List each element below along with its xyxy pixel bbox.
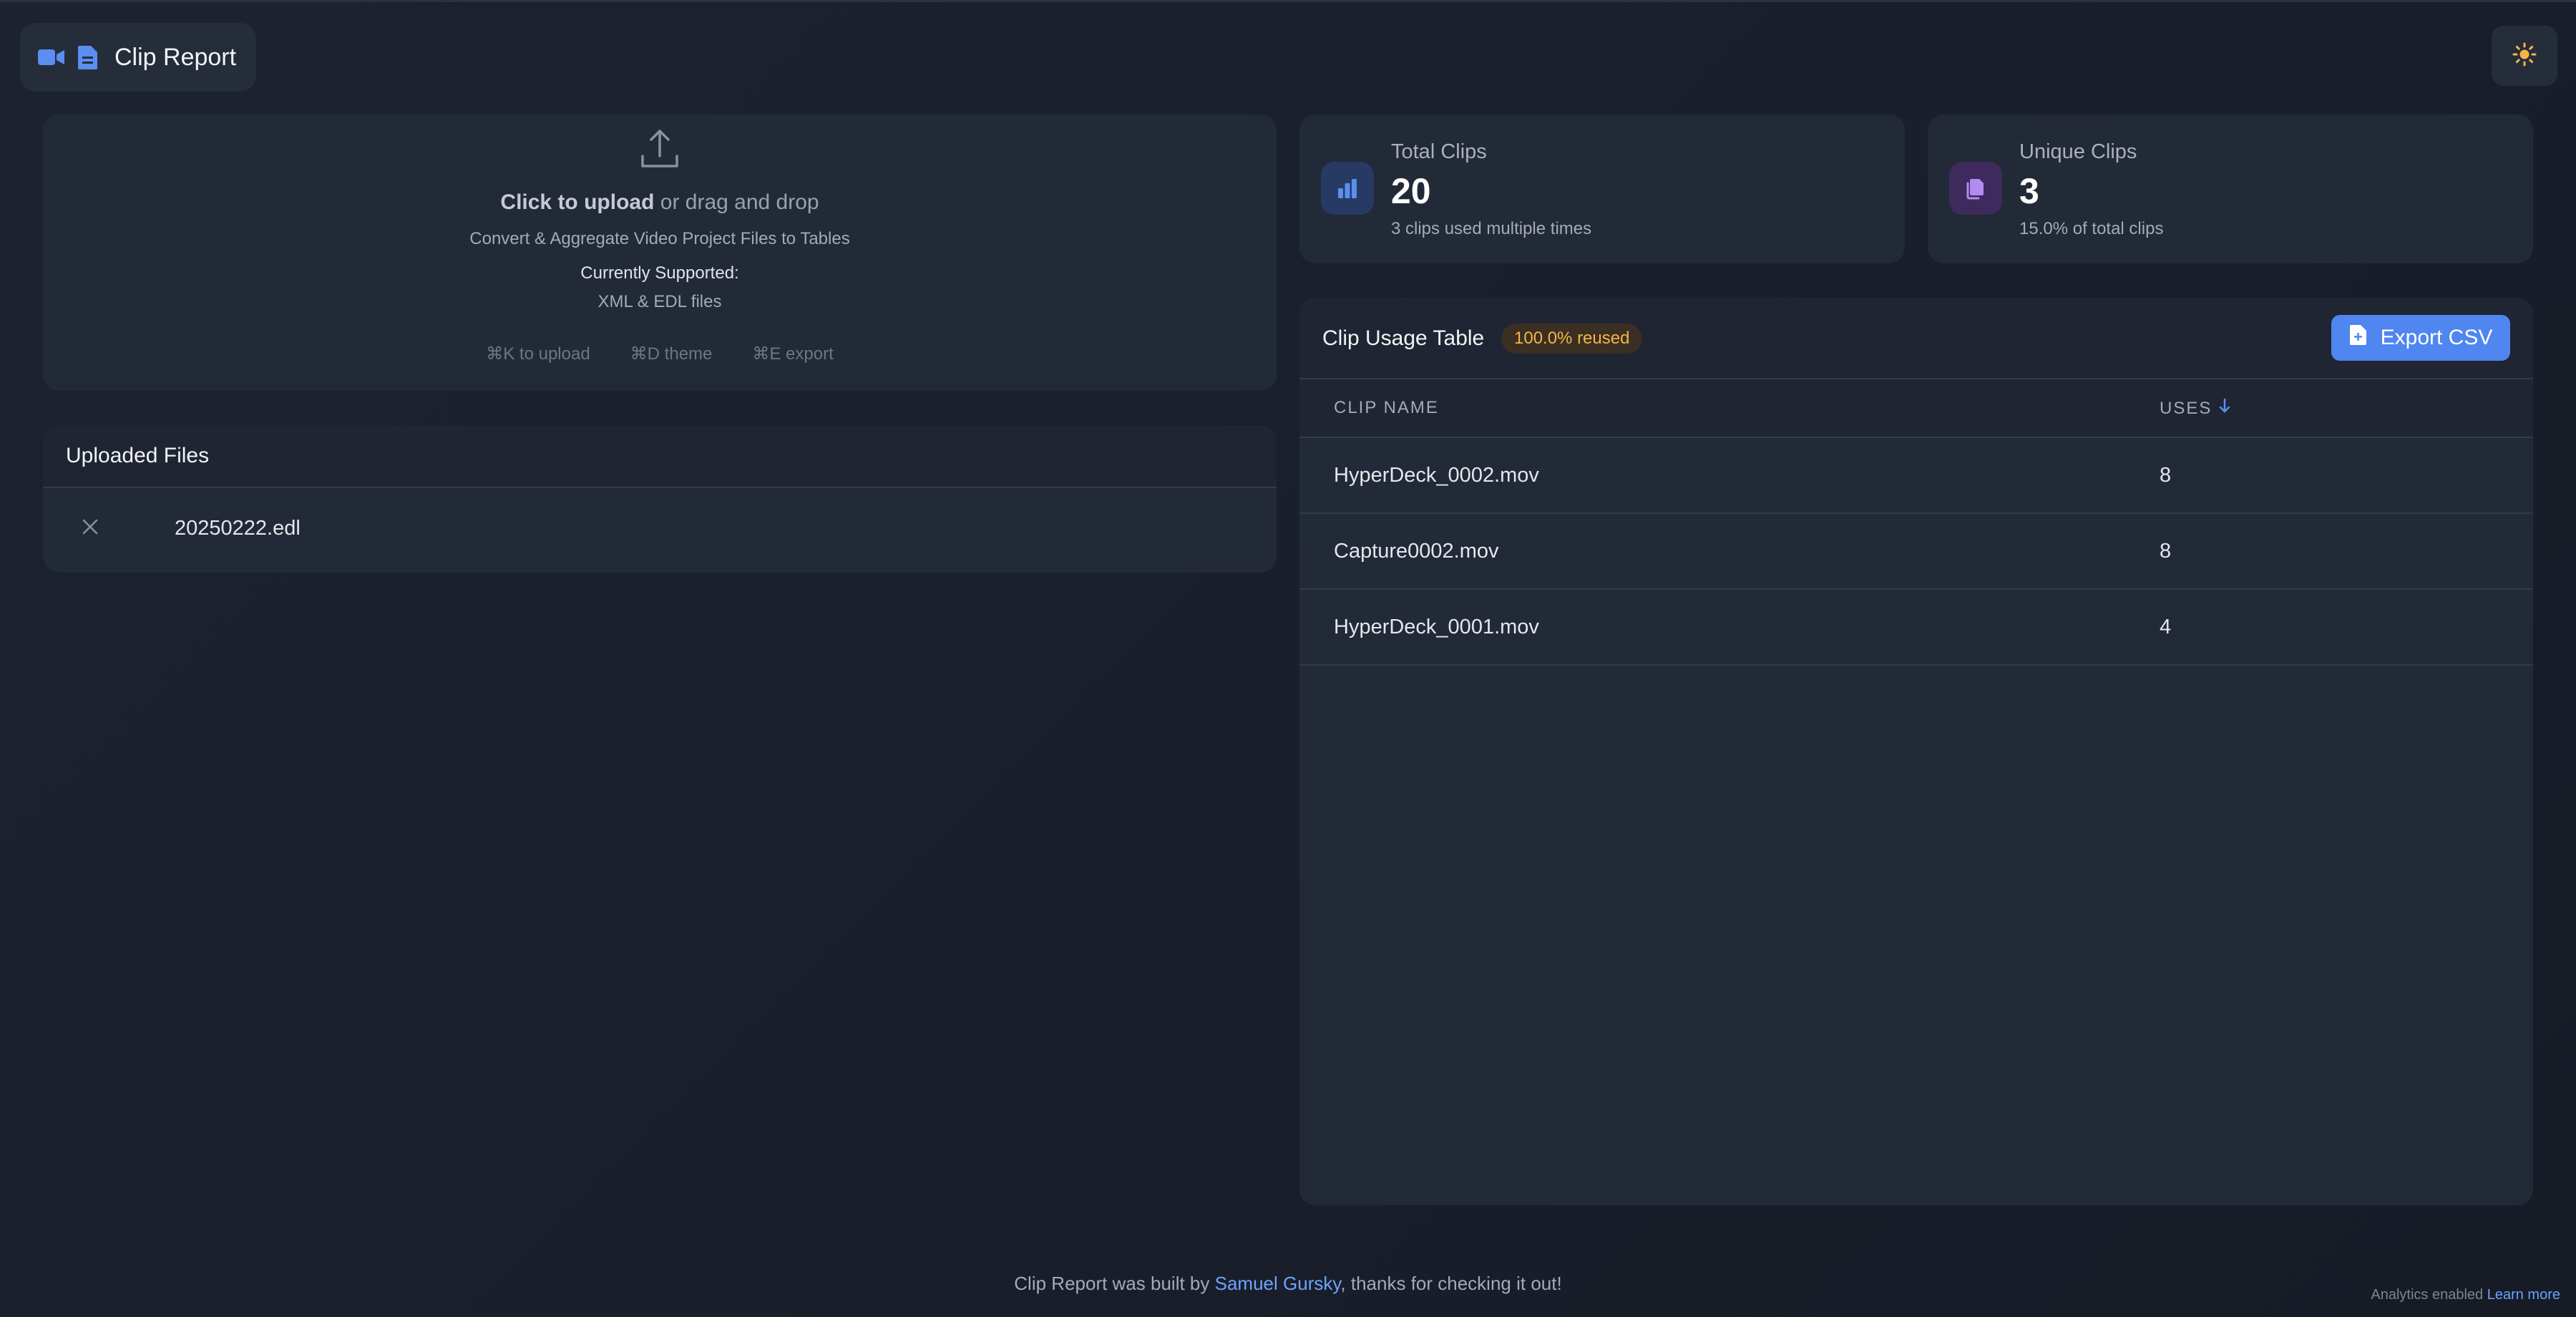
table-row: HyperDeck_0002.mov 8: [1299, 438, 2533, 514]
brand-header[interactable]: Clip Report: [20, 23, 256, 92]
table-toolbar: Clip Usage Table 100.0% reused Export CS…: [1299, 298, 2533, 379]
unique-clips-card: Unique Clips 3 15.0% of total clips: [1928, 115, 2533, 263]
shortcut-theme: ⌘D theme: [630, 344, 713, 364]
clip-name-cell: Capture0002.mov: [1334, 540, 1499, 563]
column-header-clip-name[interactable]: CLIP NAME: [1334, 398, 1439, 418]
click-to-upload-link[interactable]: Click to upload: [500, 190, 654, 214]
table-row: HyperDeck_0001.mov 4: [1299, 590, 2533, 666]
top-border: [0, 0, 2576, 2]
uses-cell: 4: [2160, 616, 2172, 638]
author-link[interactable]: Samuel Gursky: [1215, 1273, 1341, 1294]
table-header: CLIP NAME USES: [1299, 379, 2533, 438]
copy-files-icon: [1949, 162, 2002, 215]
total-clips-sub: 3 clips used multiple times: [1391, 219, 1592, 238]
shortcut-export: ⌘E export: [752, 344, 834, 364]
footer-suffix: , thanks for checking it out!: [1340, 1273, 1562, 1294]
upload-instruction: Click to upload or drag and drop: [43, 190, 1277, 215]
upload-icon: [638, 127, 681, 174]
clip-name-cell: HyperDeck_0002.mov: [1334, 464, 1539, 487]
export-csv-label: Export CSV: [2380, 326, 2493, 349]
clip-name-cell: HyperDeck_0001.mov: [1334, 616, 1539, 638]
analytics-text: Analytics enabled: [2371, 1287, 2484, 1303]
drag-drop-text: or drag and drop: [654, 190, 819, 214]
uses-cell: 8: [2160, 464, 2172, 487]
unique-clips-sub: 15.0% of total clips: [2019, 219, 2164, 238]
upload-dropzone[interactable]: Click to upload or drag and drop Convert…: [43, 115, 1277, 391]
table-row: Capture0002.mov 8: [1299, 514, 2533, 590]
supported-formats: XML & EDL files: [597, 292, 722, 311]
file-export-icon: [2349, 324, 2368, 351]
file-row: 20250222.edl: [43, 488, 1277, 571]
document-icon: [77, 44, 99, 70]
learn-more-link[interactable]: Learn more: [2487, 1287, 2560, 1303]
total-clips-value: 20: [1391, 171, 1431, 211]
sun-icon: [2512, 42, 2537, 70]
unique-clips-value: 3: [2019, 171, 2039, 211]
arrow-down-icon: [2219, 398, 2230, 419]
upload-description: Convert & Aggregate Video Project Files …: [469, 229, 850, 248]
close-icon[interactable]: [76, 512, 104, 541]
uploaded-files-title: Uploaded Files: [43, 425, 1277, 488]
total-clips-card: Total Clips 20 3 clips used multiple tim…: [1299, 115, 1905, 263]
unique-clips-label: Unique Clips: [2019, 140, 2137, 163]
total-clips-label: Total Clips: [1391, 140, 1487, 163]
app-title: Clip Report: [114, 43, 237, 71]
table-title: Clip Usage Table: [1322, 326, 1485, 350]
theme-toggle-button[interactable]: [2492, 26, 2557, 86]
footer: Clip Report was built by Samuel Gursky, …: [0, 1273, 2576, 1295]
uploaded-files-panel: Uploaded Files 20250222.edl: [43, 425, 1277, 573]
column-header-uses[interactable]: USES: [2160, 398, 2230, 419]
keyboard-shortcuts: ⌘K to upload ⌘D theme ⌘E export: [43, 344, 1277, 364]
analytics-notice: Analytics enabled Learn more: [2371, 1287, 2560, 1303]
file-name: 20250222.edl: [175, 517, 301, 540]
bar-chart-icon: [1321, 162, 1374, 215]
export-csv-button[interactable]: Export CSV: [2331, 315, 2510, 361]
footer-prefix: Clip Report was built by: [1014, 1273, 1215, 1294]
uses-cell: 8: [2160, 540, 2172, 563]
clip-usage-table-card: Clip Usage Table 100.0% reused Export CS…: [1299, 298, 2533, 1205]
supported-label: Currently Supported:: [580, 263, 739, 283]
video-camera-icon: [37, 47, 66, 68]
reused-badge: 100.0% reused: [1501, 324, 1643, 354]
shortcut-upload: ⌘K to upload: [486, 344, 590, 364]
uses-label: USES: [2160, 398, 2212, 418]
